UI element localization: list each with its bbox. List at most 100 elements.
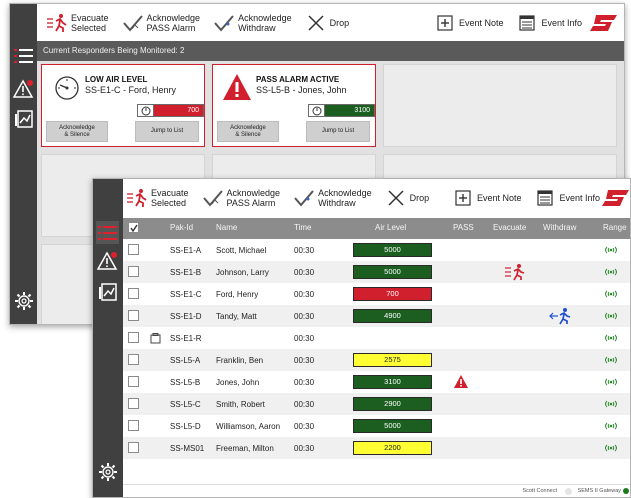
col-withdraw[interactable]: Withdraw (543, 223, 576, 232)
time-cell: 00:30 (294, 334, 315, 343)
sidebar (93, 179, 123, 497)
acknowledge-pass-alarm-button[interactable]: Acknowledge PASS Alarm (121, 12, 200, 34)
air-level-cell: 3100 (353, 375, 432, 389)
table-row[interactable]: SS-E1-B Johnson, Larry 00:30 5000 (123, 261, 630, 283)
alert-warning-icon[interactable] (12, 77, 35, 100)
name-cell: Smith, Robert (216, 400, 265, 409)
acknowledge-silence-button[interactable]: Acknowledge & Silence (217, 121, 279, 142)
col-name[interactable]: Name (216, 223, 237, 232)
select-all-checkbox[interactable] (128, 222, 139, 233)
alert-warning-icon[interactable] (96, 249, 119, 272)
range-signal-icon (604, 400, 618, 410)
col-air-level[interactable]: Air Level (375, 223, 406, 232)
range-signal-icon (604, 378, 618, 388)
pak-id-cell: SS-L5-B (170, 378, 201, 387)
pass-alarm-icon[interactable] (453, 374, 469, 391)
evacuate-selected-button[interactable]: Evacuate Selected (125, 187, 189, 209)
calendar-icon (533, 187, 557, 209)
col-range[interactable]: Range (603, 223, 627, 232)
timer-icon (138, 105, 154, 116)
range-signal-icon (604, 444, 618, 454)
trend-chart-icon[interactable] (12, 107, 35, 130)
row-checkbox[interactable] (128, 420, 139, 431)
status-bar: Scott Connect SEMS II Gateway (123, 484, 630, 497)
pak-id-cell: SS-E1-D (170, 312, 202, 321)
row-checkbox[interactable] (128, 288, 139, 299)
note-plus-icon (451, 187, 475, 209)
name-cell: Johnson, Larry (216, 268, 269, 277)
pak-id-cell: SS-E1-C (170, 290, 202, 299)
jump-to-list-button[interactable]: Jump to List (306, 121, 370, 142)
air-level-value: 3100 (325, 105, 374, 116)
col-pak-id[interactable]: Pak-Id (170, 223, 193, 232)
range-signal-icon (604, 290, 618, 300)
scott-logo (602, 188, 630, 208)
evacuate-selected-label: Evacuate Selected (71, 12, 109, 33)
table-row[interactable]: SS-L5-A Franklin, Ben 00:30 2575 (123, 349, 630, 371)
air-level-cell: 700 (353, 287, 432, 301)
drop-button[interactable]: Drop (304, 12, 349, 34)
trend-chart-icon[interactable] (96, 280, 119, 303)
col-evacuate[interactable]: Evacuate (493, 223, 526, 232)
row-checkbox[interactable] (128, 354, 139, 365)
time-cell: 00:30 (294, 422, 315, 431)
row-checkbox[interactable] (128, 332, 139, 343)
event-info-button[interactable]: Event Info (533, 187, 600, 209)
event-note-button[interactable]: Event Note (433, 12, 503, 34)
range-signal-icon (604, 268, 618, 278)
air-level-cell: 5000 (353, 419, 432, 433)
name-cell: Tandy, Matt (216, 312, 257, 321)
range-signal-icon (604, 334, 618, 344)
col-pass[interactable]: PASS (453, 223, 474, 232)
scott-connect-indicator (565, 488, 572, 495)
list-menu-icon[interactable] (12, 44, 35, 67)
acknowledge-pass-alarm-button[interactable]: Acknowledge PASS Alarm (201, 187, 280, 209)
row-checkbox[interactable] (128, 244, 139, 255)
acknowledge-withdraw-button[interactable]: Acknowledge Withdraw (212, 12, 292, 34)
evacuate-selected-button[interactable]: Evacuate Selected (45, 12, 109, 34)
name-cell: Jones, John (216, 378, 260, 387)
row-checkbox[interactable] (128, 266, 139, 277)
gauge-icon (55, 76, 79, 100)
table-row[interactable]: SS-L5-D Williamson, Aaron 00:30 5000 (123, 415, 630, 437)
table-row[interactable]: SS-L5-C Smith, Robert 00:30 2900 (123, 393, 630, 415)
time-cell: 00:30 (294, 356, 315, 365)
pak-id-cell: SS-E1-B (170, 268, 202, 277)
col-time[interactable]: Time (294, 223, 311, 232)
settings-gear-icon[interactable] (96, 460, 119, 483)
time-cell: 00:30 (294, 312, 315, 321)
table-row[interactable]: SS-L5-B Jones, John 00:30 3100 (123, 371, 630, 393)
settings-gear-icon[interactable] (12, 289, 35, 312)
table-row[interactable]: SS-E1-A Scott, Michael 00:30 5000 (123, 239, 630, 261)
close-x-icon (304, 12, 328, 34)
row-checkbox[interactable] (128, 442, 139, 453)
table-row[interactable]: SS-MS01 Freeman, Milton 00:30 2200 (123, 437, 630, 459)
range-signal-icon (604, 246, 618, 256)
air-level-cell: 2575 (353, 353, 432, 367)
list-menu-icon[interactable] (96, 221, 119, 244)
timer-icon (309, 105, 325, 116)
acknowledge-withdraw-button[interactable]: Acknowledge Withdraw (292, 187, 372, 209)
sidebar (10, 4, 37, 324)
table-row[interactable]: SS-E1-R 00:30 (123, 327, 630, 349)
jump-to-list-button[interactable]: Jump to List (135, 121, 199, 142)
row-checkbox[interactable] (128, 376, 139, 387)
row-checkbox[interactable] (128, 310, 139, 321)
withdraw-icon[interactable] (549, 307, 573, 327)
checkmark-withdraw-icon (292, 187, 316, 209)
toolbar: Evacuate Selected Acknowledge PASS Alarm… (37, 4, 624, 41)
row-checkbox[interactable] (128, 398, 139, 409)
evacuate-icon[interactable] (504, 263, 526, 283)
pak-id-cell: SS-E1-A (170, 246, 202, 255)
event-info-button[interactable]: Event Info (515, 12, 582, 34)
name-cell: Williamson, Aaron (216, 422, 281, 431)
acknowledge-silence-button[interactable]: Acknowledge & Silence (46, 121, 108, 142)
air-level-cell: 4900 (353, 309, 432, 323)
drop-button[interactable]: Drop (384, 187, 429, 209)
event-note-button[interactable]: Event Note (451, 187, 521, 209)
time-cell: 00:30 (294, 268, 315, 277)
table-row[interactable]: SS-E1-C Ford, Henry 00:30 700 (123, 283, 630, 305)
table-row[interactable]: SS-E1-D Tandy, Matt 00:30 4900 (123, 305, 630, 327)
scott-logo (590, 13, 618, 33)
calendar-icon (515, 12, 539, 34)
